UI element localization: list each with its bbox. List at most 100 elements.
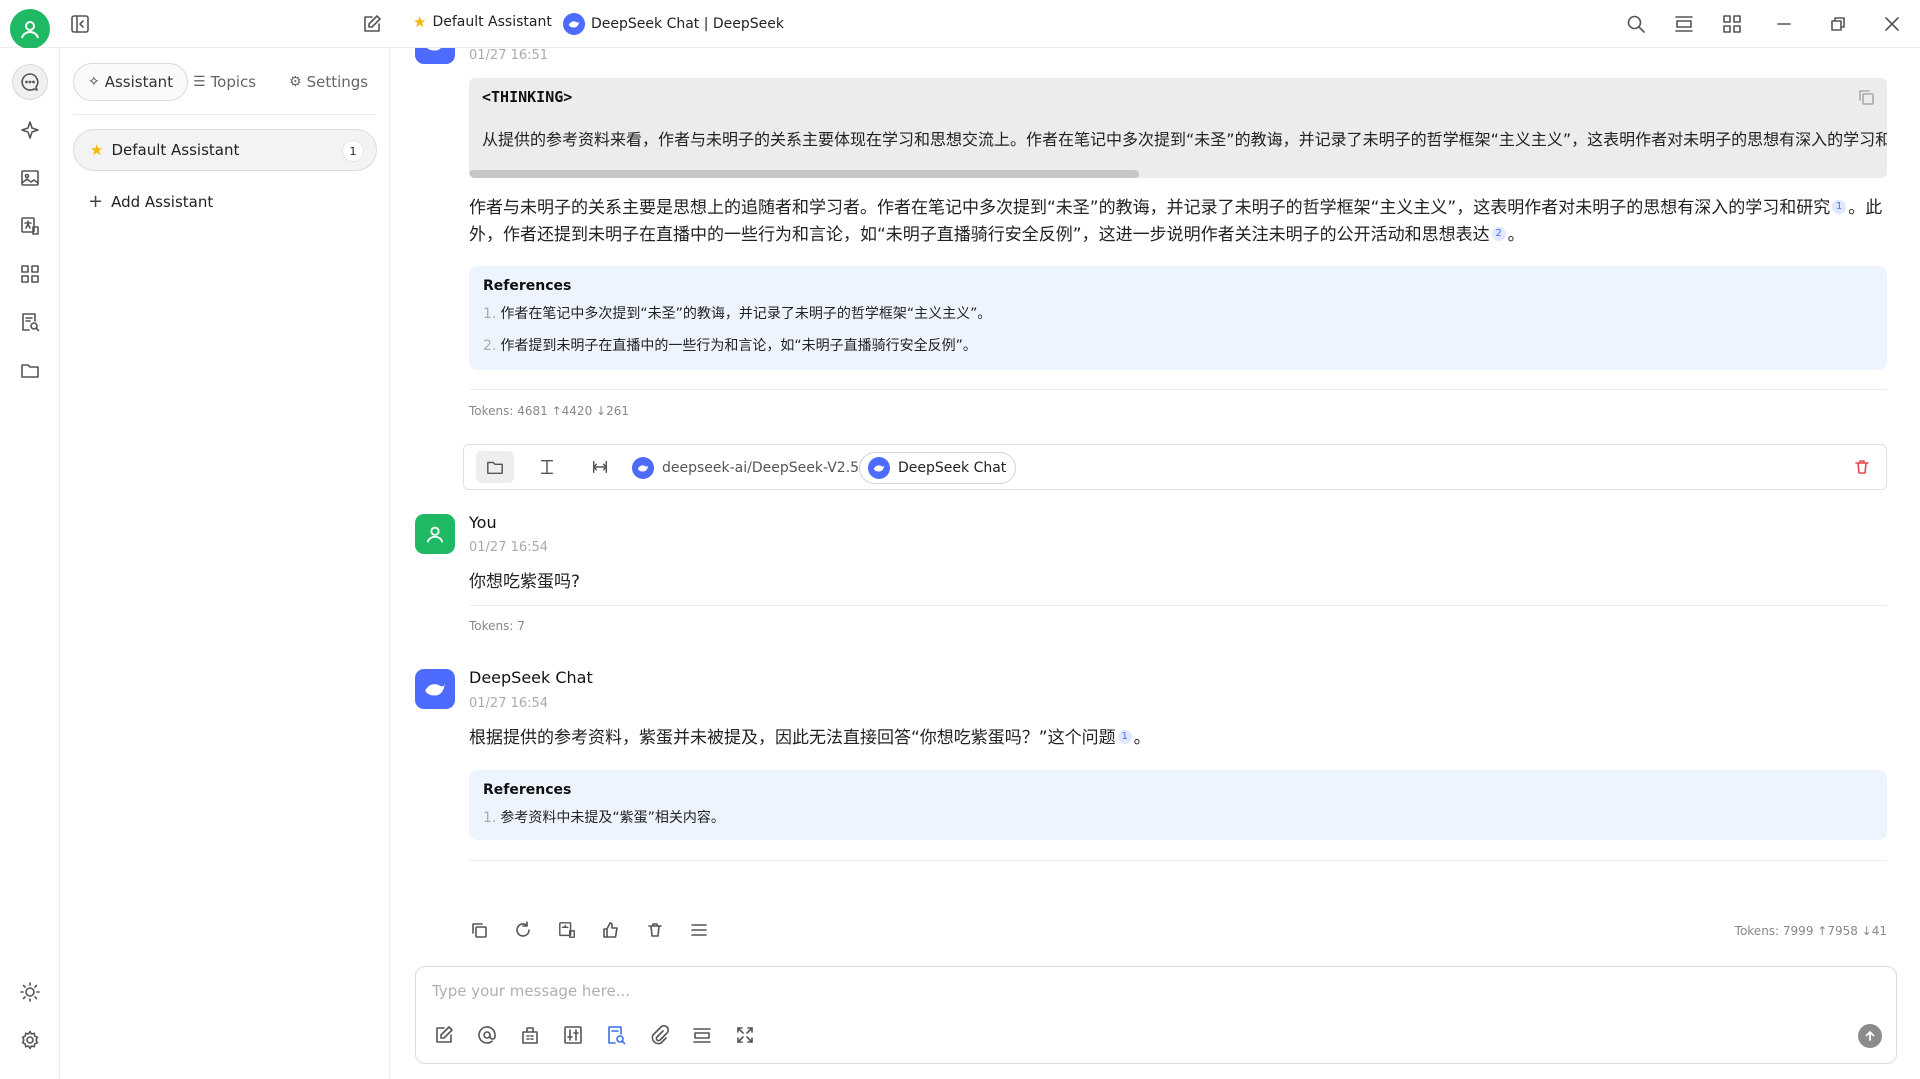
message-composer — [415, 966, 1897, 1064]
send-button[interactable] — [1858, 1024, 1882, 1048]
message-content: 根据提供的参考资料，紫蛋并未被提及，因此无法直接回答“你想吃紫蛋吗？”这个问题 1… — [469, 725, 1889, 752]
user-icon — [426, 526, 444, 543]
sparkle-icon: ✧ — [88, 74, 100, 90]
nav-paintings[interactable] — [12, 160, 48, 196]
settings-button[interactable] — [12, 1022, 48, 1058]
vertical-layout-button[interactable] — [528, 451, 566, 483]
theme-toggle[interactable] — [12, 974, 48, 1010]
composer-toolbar — [432, 1023, 756, 1046]
sender-name: You — [469, 513, 497, 532]
message-actions — [469, 920, 709, 940]
regenerate-button[interactable] — [513, 920, 533, 940]
tab-label: DeepSeek Chat | DeepSeek — [591, 16, 785, 32]
mention-button[interactable] — [475, 1023, 498, 1046]
deepseek-logo-icon — [425, 682, 445, 696]
model-settings-button[interactable] — [561, 1023, 584, 1046]
star-icon: ★ — [90, 141, 104, 159]
reference-item: 1. 作者在笔记中多次提到“未圣”的教诲，并记录了未明子的哲学框架“主义主义”。 — [483, 302, 1873, 326]
assistant-name: Default Assistant — [111, 141, 240, 159]
token-count: Tokens: 7 — [469, 619, 525, 633]
delete-button[interactable] — [1854, 459, 1870, 475]
horizontal-scrollbar[interactable] — [469, 170, 1139, 178]
gear-icon — [21, 1030, 39, 1050]
message-time: 01/27 16:51 — [469, 48, 549, 63]
references-block: References 1. 作者在笔记中多次提到“未圣”的教诲，并记录了未明子的哲… — [469, 266, 1887, 370]
model-chip-v25[interactable]: deepseek-ai/DeepSeek-V2.5 — [632, 452, 859, 484]
tab-deepseek-chat[interactable]: DeepSeek Chat | DeepSeek — [563, 13, 784, 35]
citation-marker[interactable]: 2 — [1491, 227, 1506, 241]
deepseek-logo-icon — [868, 457, 890, 479]
attach-button[interactable] — [647, 1023, 670, 1046]
fold-button[interactable] — [476, 451, 514, 483]
assistant-item-default[interactable]: ★ Default Assistant 1 — [73, 129, 377, 171]
reference-text: 作者在笔记中多次提到“未圣”的教诲，并记录了未明子的哲学框架“主义主义”。 — [500, 306, 992, 322]
message-text: 。 — [1507, 225, 1525, 245]
edit-icon — [435, 1025, 453, 1043]
model-chip-deepseek-chat[interactable]: DeepSeek Chat — [859, 452, 1017, 484]
knowledge-base-button[interactable] — [604, 1023, 627, 1046]
nav-agents[interactable] — [12, 112, 48, 148]
tab-default-assistant[interactable]: ★ Default Assistant — [413, 13, 552, 31]
add-assistant-button[interactable]: + Add Assistant — [88, 191, 213, 212]
new-topic-button[interactable] — [360, 12, 384, 36]
apps-button[interactable] — [1720, 12, 1744, 36]
nav-files[interactable] — [12, 352, 48, 388]
topic-count-badge: 1 — [342, 140, 364, 162]
new-topic-button[interactable] — [432, 1023, 455, 1046]
message-text: 根据提供的参考资料，紫蛋并未被提及，因此无法直接回答“你想吃紫蛋吗？”这个问题 — [469, 728, 1116, 748]
model-toolbar: deepseek-ai/DeepSeek-V2.5 DeepSeek Chat — [463, 444, 1887, 490]
nav-translate[interactable] — [12, 208, 48, 244]
divider — [469, 860, 1887, 861]
reference-number: 1. — [483, 810, 497, 826]
chat-area: 01/27 16:51 <THINKING> 从提供的参考资料来看，作者与未明子… — [391, 48, 1920, 1079]
nav-apps[interactable] — [12, 256, 48, 292]
nav-knowledge[interactable] — [12, 304, 48, 340]
more-button[interactable] — [689, 920, 709, 940]
sliders-icon — [563, 1025, 582, 1044]
sidebar-toggle-icon — [71, 15, 89, 33]
thinking-block: <THINKING> 从提供的参考资料来看，作者与未明子的关系主要体现在学习和思… — [469, 78, 1887, 178]
nav-chat[interactable] — [12, 64, 48, 100]
tab-settings[interactable]: ⚙ Settings — [289, 63, 368, 101]
reference-text: 作者提到未明子在直播中的一些行为和言论，如“未明子直播骑行安全反例”。 — [500, 338, 977, 354]
references-title: References — [483, 278, 572, 294]
tab-assistant[interactable]: ✧ Assistant — [73, 63, 189, 101]
copy-icon — [1859, 90, 1874, 105]
assistant-panel: ✧ Assistant ☰ Topics ⚙ Settings ★ Defaul… — [60, 48, 390, 1079]
minimize-button[interactable] — [1772, 12, 1796, 36]
model-name: deepseek-ai/DeepSeek-V2.5 — [662, 460, 860, 476]
tab-topics[interactable]: ☰ Topics — [193, 63, 256, 101]
horizontal-layout-button[interactable] — [581, 451, 619, 483]
close-button[interactable] — [1880, 12, 1904, 36]
copy-icon — [472, 923, 487, 938]
message-input[interactable] — [432, 979, 1832, 1003]
token-count: Tokens: 4681 ↑4420 ↓261 — [469, 404, 629, 418]
expand-button[interactable] — [733, 1023, 756, 1046]
horizontal-icon — [592, 460, 608, 474]
assistant-select-button[interactable] — [518, 1023, 541, 1046]
apps-icon — [21, 265, 39, 283]
translate-button[interactable] — [557, 920, 577, 940]
like-button[interactable] — [601, 920, 621, 940]
knowledge-search-icon — [22, 313, 40, 332]
narrow-mode-button[interactable] — [1672, 12, 1696, 36]
message-content: 作者与未明子的关系主要是思想上的追随者和学习者。作者在笔记中多次提到“未圣”的教… — [469, 195, 1889, 249]
deepseek-logo-icon — [427, 48, 442, 51]
copy-button[interactable] — [1857, 88, 1875, 106]
message-text: 作者与未明子的关系主要是思想上的追随者和学习者。作者在笔记中多次提到“未圣”的教… — [469, 198, 1831, 218]
citation-marker[interactable]: 1 — [1832, 200, 1847, 214]
copy-button[interactable] — [469, 920, 489, 940]
message-time: 01/27 16:54 — [469, 540, 549, 555]
translate-icon — [559, 922, 575, 938]
search-button[interactable] — [1624, 12, 1648, 36]
reference-number: 2. — [483, 338, 497, 354]
clear-context-button[interactable] — [690, 1023, 713, 1046]
citation-marker[interactable]: 1 — [1117, 730, 1132, 744]
message-text: 你想吃紫蛋吗? — [469, 572, 581, 592]
user-avatar[interactable] — [10, 9, 50, 49]
toggle-sidebar-button[interactable] — [68, 12, 92, 36]
delete-button[interactable] — [645, 920, 665, 940]
restore-button[interactable] — [1826, 12, 1850, 36]
paperclip-icon — [651, 1024, 669, 1044]
search-icon — [1627, 15, 1645, 33]
